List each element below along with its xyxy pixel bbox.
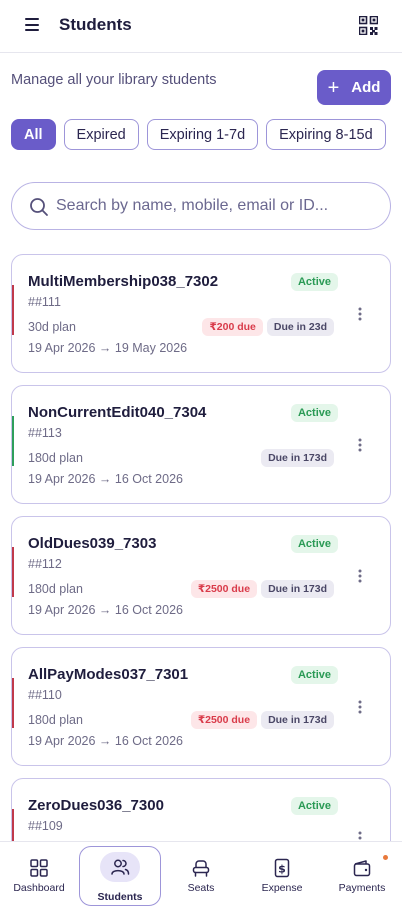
plus-icon: + [327, 76, 340, 99]
student-plan: 180d plan [28, 451, 83, 465]
search-bar [11, 182, 391, 230]
more-options-icon[interactable] [358, 700, 362, 714]
due-in-badge: Due in 173d [261, 580, 334, 598]
filter-all[interactable]: All [11, 119, 56, 150]
hamburger-icon[interactable] [25, 18, 39, 31]
card-stripe [12, 416, 14, 466]
student-card[interactable]: OldDues039_7303 ##112 180d plan 19 Apr 2… [11, 516, 391, 635]
wallet-icon [353, 860, 371, 877]
receipt-icon: $ [274, 858, 290, 878]
dashboard-icon [30, 859, 48, 877]
due-in-badge: Due in 23d [266, 318, 334, 336]
status-badge: Active [290, 666, 338, 684]
due-in-badge: Due in 173d [261, 449, 334, 467]
add-button-label: Add [351, 79, 381, 96]
student-dates: 19 Apr 2026 → 16 Oct 2026 [28, 734, 183, 748]
users-icon [111, 859, 130, 875]
bottom-nav: Dashboard Students Seats $ Expense Payme… [0, 841, 402, 908]
student-id: ##113 [28, 426, 62, 440]
due-amount-badge: ₹2500 due [190, 580, 258, 598]
seat-icon [192, 860, 210, 877]
card-stripe [12, 285, 14, 335]
page-title: Students [59, 15, 132, 34]
student-id: ##111 [28, 295, 61, 309]
student-id: ##109 [28, 819, 63, 833]
card-stripe [12, 547, 14, 597]
filter-expired[interactable]: Expired [63, 119, 139, 150]
nav-payments[interactable]: Payments [322, 842, 402, 908]
filter-expiring-1-7d[interactable]: Expiring 1-7d [146, 119, 259, 150]
search-input[interactable] [56, 183, 376, 229]
more-options-icon[interactable] [358, 438, 362, 452]
student-name: AllPayModes037_7301 [28, 666, 189, 683]
nav-expense[interactable]: $ Expense [242, 842, 322, 908]
due-amount-badge: ₹200 due [202, 318, 263, 336]
student-dates: 19 Apr 2026 → 16 Oct 2026 [28, 472, 183, 486]
status-badge: Active [290, 273, 338, 291]
more-options-icon[interactable] [358, 569, 362, 583]
more-options-icon[interactable] [358, 307, 362, 321]
filter-expiring-8-15d[interactable]: Expiring 8-15d [266, 119, 386, 150]
student-card[interactable]: AllPayModes037_7301 ##110 180d plan 19 A… [11, 647, 391, 766]
nav-students[interactable]: Students [79, 846, 161, 906]
add-student-button[interactable]: + Add [317, 70, 391, 105]
student-id: ##110 [28, 688, 62, 702]
nav-label: Expense [261, 882, 303, 894]
student-name: ZeroDues036_7300 [28, 797, 164, 814]
due-amount-badge: ₹2500 due [190, 711, 258, 729]
status-badge: Active [290, 535, 338, 553]
student-name: MultiMembership038_7302 [28, 273, 219, 290]
student-card[interactable]: MultiMembership038_7302 ##111 30d plan 1… [11, 254, 391, 373]
student-card[interactable]: NonCurrentEdit040_7304 ##113 180d plan 1… [11, 385, 391, 504]
status-badge: Active [290, 797, 338, 815]
student-id: ##112 [28, 557, 62, 571]
qr-code-icon[interactable] [359, 16, 378, 35]
app-header: Students [0, 0, 402, 53]
student-plan: 30d plan [28, 320, 76, 334]
student-dates: 19 Apr 2026 → 16 Oct 2026 [28, 603, 183, 617]
student-plan: 180d plan [28, 713, 83, 727]
due-in-badge: Due in 173d [261, 711, 334, 729]
student-name: NonCurrentEdit040_7304 [28, 404, 207, 421]
page-subtitle: Manage all your library students [11, 72, 217, 88]
nav-dashboard[interactable]: Dashboard [0, 842, 78, 908]
notification-dot [383, 855, 388, 860]
nav-seats[interactable]: Seats [162, 842, 240, 908]
nav-label: Payments [338, 882, 386, 894]
svg-text:$: $ [278, 863, 286, 876]
nav-label: Dashboard [13, 882, 65, 894]
student-name: OldDues039_7303 [28, 535, 157, 552]
card-stripe [12, 678, 14, 728]
student-dates: 19 Apr 2026 → 19 May 2026 [28, 341, 188, 355]
status-badge: Active [290, 404, 338, 422]
search-icon [30, 198, 48, 216]
student-plan: 180d plan [28, 582, 83, 596]
filter-chips: All Expired Expiring 1-7d Expiring 8-15d [11, 119, 386, 150]
nav-label: Students [97, 891, 143, 903]
nav-label: Seats [187, 882, 215, 894]
